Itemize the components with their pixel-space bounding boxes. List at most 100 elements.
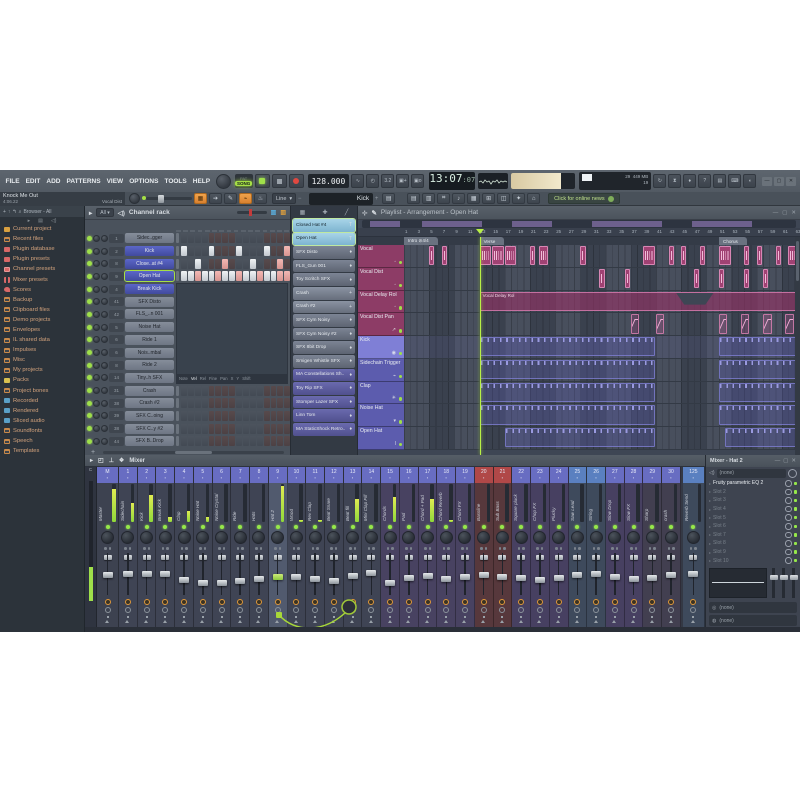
step-cell[interactable] [209,436,215,446]
fx-enable-lamp[interactable] [162,599,168,605]
clip-auto[interactable] [719,314,727,333]
channel-mute-led[interactable] [87,337,92,342]
mixer-track-header[interactable]: 4▪ [175,467,193,483]
step-cell[interactable] [250,411,256,421]
record-dot[interactable] [164,616,166,618]
track-pan-knob[interactable] [515,531,528,544]
clip-audio[interactable] [763,269,768,288]
mixer-track-master[interactable]: M▪Master [97,467,119,627]
picker-item-sfx-disto[interactable]: SFX Disto♦ [293,246,355,259]
step-cell[interactable] [215,246,221,256]
mixer-track-header[interactable]: 17▪ [419,467,437,483]
clip-pat[interactable] [480,337,655,356]
channel-target-number[interactable]: 6 [109,335,124,344]
track-pan-knob[interactable] [608,531,621,544]
mixer-track-header[interactable]: 21▪ [494,467,512,483]
fx-enable-lamp[interactable] [200,599,206,605]
step-cell[interactable] [195,398,201,408]
fx-input-knob[interactable] [788,469,797,478]
clip-audio[interactable] [625,269,630,288]
mute-circle[interactable] [350,607,356,613]
step-cell[interactable] [181,424,187,434]
maximize-icon[interactable]: ▢ [783,458,788,464]
track-pan-knob[interactable] [178,531,191,544]
graph-tab-y[interactable]: Y [236,376,239,381]
step-cell[interactable] [250,246,256,256]
mixer-track-chord-reverb[interactable]: 18▪Chord Reverb [437,467,456,627]
track-mute-led[interactable] [399,397,403,401]
mixer-track-header[interactable]: 13▪ [344,467,362,483]
step-cell[interactable] [277,411,283,421]
mixer-track-header[interactable]: 6▪ [213,467,231,483]
playlist-track-header-clap[interactable]: Clap✳ [358,382,404,405]
clip-audio[interactable] [719,269,724,288]
fx-slot-7[interactable]: ▸Slot 7 [706,531,800,540]
playlist-track-header-kick[interactable]: Kick◉ [358,336,404,359]
route-arrow[interactable] [369,620,373,623]
channel-mute-led[interactable] [87,363,92,368]
playlist-track-header-sidechain-trigger[interactable]: Sidechain Trigger⌁ [358,359,404,382]
record-dot[interactable] [483,616,485,618]
step-cell[interactable] [257,424,263,434]
menu-view[interactable]: VIEW [104,176,126,187]
slot-mix-knob[interactable] [785,523,792,530]
channel-target-number[interactable]: 39 [109,411,124,420]
mixer-track-header[interactable]: 29▪ [643,467,661,483]
step-cell[interactable] [181,436,187,446]
clip-pat[interactable] [480,383,655,402]
fx-send-select-1[interactable]: ◎(none) [709,602,797,613]
route-arrow[interactable] [575,620,579,623]
step-cell[interactable] [229,411,235,421]
step-cell[interactable] [243,259,249,269]
step-cell[interactable] [257,436,263,446]
browser-item-plugin-database[interactable]: Plugin database [0,244,84,254]
track-pan-knob[interactable] [140,531,153,544]
menu-file[interactable]: FILE [3,176,22,187]
mute-circle[interactable] [105,607,111,613]
browser-item-il-shared-data[interactable]: IL shared data [0,335,84,345]
mixer-track-plucky[interactable]: 24▪Plucky [550,467,569,627]
channel-target-number[interactable]: 2 [109,247,124,256]
track-led[interactable] [163,525,167,529]
track-pan-knob[interactable] [271,531,284,544]
route-arrow[interactable] [350,620,354,623]
mixer-track-mini-clap-fill[interactable]: 14▪Mini Clap Fill [362,467,381,627]
record-dot[interactable] [370,616,372,618]
marker-intro-4-4[interactable]: Intro ⊘4/4 [404,237,438,245]
eq-band-fader-2[interactable] [782,568,785,598]
mute-circle[interactable] [312,607,318,613]
step-cell[interactable] [222,259,228,269]
track-mute-led[interactable] [399,329,403,333]
mixer-track-chord-fx[interactable]: 19▪Chord FX [456,467,475,627]
mixer-track-header[interactable]: 30▪ [662,467,680,483]
mixer-track-wood[interactable]: 10▪Wood [288,467,307,627]
step-cell[interactable] [236,411,242,421]
track-pan-knob[interactable] [458,531,471,544]
step-cell[interactable] [215,436,221,446]
browser-item-packs[interactable]: Packs [0,375,84,385]
fx-enable-lamp[interactable] [406,599,412,605]
graph-tab-shift[interactable]: Shift [242,376,250,381]
clip-audio[interactable] [442,246,447,265]
channel-target-number[interactable]: 9 [109,272,124,281]
record-dot[interactable] [633,616,635,618]
fx-slot-4[interactable]: ▸Slot 4 [706,505,800,514]
fx-enable-lamp[interactable] [537,599,543,605]
step-cell[interactable] [257,411,263,421]
step-cell[interactable] [222,386,228,396]
view-button-4[interactable]: ▦ [467,193,480,204]
volume-fader[interactable] [629,576,639,582]
channel-target-number[interactable]: 44 [109,437,124,446]
route-arrow[interactable] [556,620,560,623]
channel-pan-knob[interactable] [93,311,100,318]
mixer-track-header[interactable]: M▪ [97,467,118,483]
volume-fader[interactable] [385,580,395,586]
playlist-lane-vocal-dist[interactable] [404,268,795,291]
track-pan-knob[interactable] [309,531,322,544]
step-cell[interactable] [209,233,215,243]
route-arrow[interactable] [313,620,317,623]
picker-item-crash[interactable]: Crash+ [293,287,355,300]
browser-item-my-projects[interactable]: My projects [0,365,84,375]
track-pan-knob[interactable] [627,531,640,544]
step-cell[interactable] [277,436,283,446]
